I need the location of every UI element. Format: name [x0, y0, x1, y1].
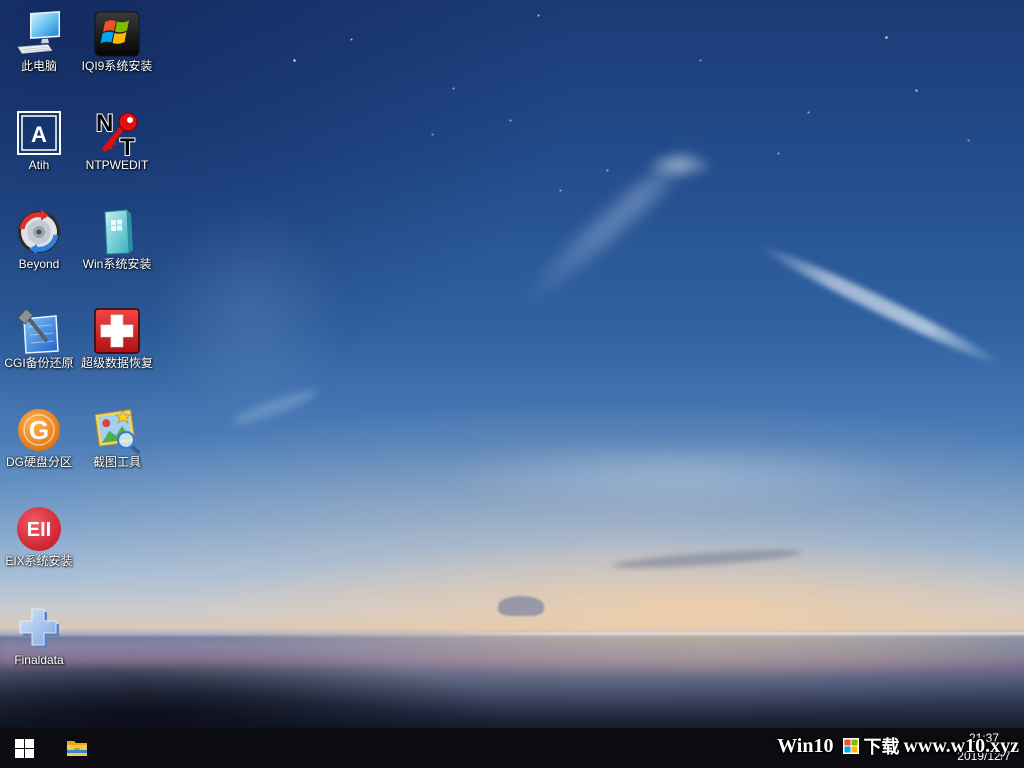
atih-logo-letter: A — [31, 122, 47, 147]
desktop-icon-atih[interactable]: A Atih — [1, 107, 77, 181]
watermark-url: www.w10.xyz — [903, 734, 1019, 757]
desktop-icon-label: 截图工具 — [92, 455, 141, 469]
snipping-tool-icon — [93, 406, 141, 454]
taskbar-file-explorer[interactable] — [52, 728, 100, 768]
finaldata-icon — [15, 604, 63, 652]
windows-logo-icon — [15, 739, 34, 758]
desktop-icon-cgi[interactable]: CGI备份还原 — [1, 305, 77, 379]
ntpwedit-logo-letter: N — [96, 110, 113, 137]
desktop-icon-eix[interactable]: EII EIX系统安装 — [1, 503, 77, 577]
wallpaper-sea-sheen — [0, 640, 700, 664]
eix-icon: EII — [15, 505, 63, 553]
windows-flag-icon — [843, 738, 860, 754]
diskgenius-logo-letter: G — [29, 415, 49, 445]
eix-logo-text: EII — [27, 519, 51, 541]
desktop-icon-ntpwedit[interactable]: N T NTPWEDIT — [79, 107, 155, 181]
desktop-icon-beyond[interactable]: Beyond — [1, 206, 77, 280]
desktop-icon-label: NTPWEDIT — [85, 158, 149, 172]
start-button[interactable] — [0, 728, 48, 768]
wallpaper-horizon — [440, 632, 1024, 635]
file-explorer-icon — [67, 741, 87, 756]
desktop-icon-label: Beyond — [18, 257, 60, 271]
desktop-icon-win-install[interactable]: Win系统安装 — [79, 206, 155, 280]
watermark-brand: Win10 — [777, 734, 834, 757]
desktop-icon-snipping-tool[interactable]: 截图工具 — [79, 404, 155, 478]
watermark-download: 下载 — [863, 737, 900, 757]
beyond-disc-icon — [15, 208, 63, 256]
desktop-icon-label: Win系统安装 — [82, 257, 152, 271]
wallpaper-stars — [0, 0, 1, 1]
desktop-icon-label: Atih — [28, 158, 50, 172]
desktop-icon-label: 此电脑 — [20, 59, 57, 73]
windows-flag-icon — [93, 10, 141, 58]
data-recovery-cross-icon — [93, 307, 141, 355]
diskgenius-icon: G — [15, 406, 63, 454]
desktop-icon-finaldata[interactable]: Finaldata — [1, 602, 77, 676]
desktop-icon-label: 超级数据恢复 — [80, 356, 153, 370]
desktop-icon-label: IQI9系统安装 — [81, 59, 153, 73]
desktop-icon-label: Finaldata — [14, 653, 64, 667]
atih-icon: A — [15, 109, 63, 157]
watermark: Win10 下载 www.w10.xyz — [777, 733, 1019, 759]
taskbar: 21:37 2019/12/7 Win10 下载 www.w10.xyz — [0, 728, 1024, 768]
win-install-icon — [93, 208, 141, 256]
cgi-hammer-icon — [15, 307, 63, 355]
this-pc-icon — [15, 10, 63, 58]
desktop-icon-label: DG硬盘分区 — [5, 455, 72, 469]
desktop-icon-data-recovery[interactable]: 超级数据恢复 — [79, 305, 155, 379]
desktop-icon-label: CGI备份还原 — [4, 356, 74, 370]
desktop-icon-diskgenius[interactable]: G DG硬盘分区 — [1, 404, 77, 478]
ntpwedit-key-icon: N T — [93, 109, 141, 157]
desktop-icon-this-pc[interactable]: 此电脑 — [1, 8, 77, 82]
ntpwedit-logo-letter: T — [120, 134, 135, 157]
desktop-icon-label: EIX系统安装 — [5, 554, 73, 568]
desktop-icon-iqi9-install[interactable]: IQI9系统安装 — [79, 8, 155, 82]
